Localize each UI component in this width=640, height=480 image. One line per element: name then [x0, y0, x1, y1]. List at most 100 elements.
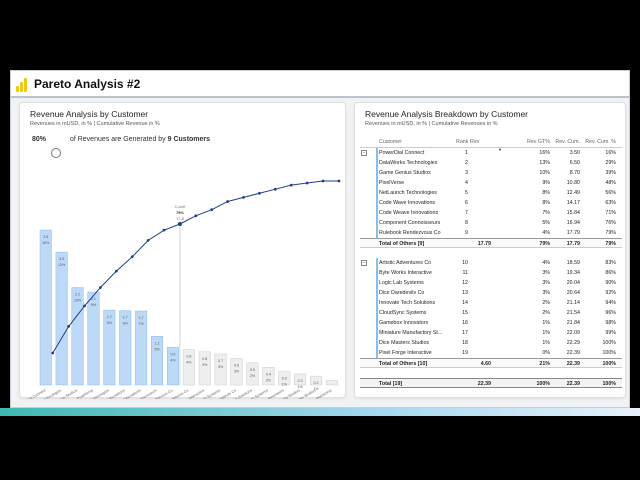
bar-data-label: 4%: [170, 358, 176, 362]
collapse-icon[interactable]: −: [361, 260, 367, 266]
table-row[interactable]: PixelVerse42.109%10.8048%: [360, 178, 622, 188]
cell-rank: 1: [465, 150, 468, 156]
cell-rev-gt: 0%: [542, 350, 550, 356]
cumulative-point[interactable]: [289, 183, 293, 187]
cell-customer: PowerDial Connect: [379, 150, 425, 156]
cell-rev-cum: 6.50: [569, 160, 580, 166]
cell-rev-cum-pct: 100%: [602, 350, 616, 356]
cumulative-point[interactable]: [99, 286, 102, 289]
cumulative-point[interactable]: [273, 187, 277, 191]
cell-rank: 14: [462, 300, 468, 306]
cell-rank: 2: [465, 160, 468, 166]
chart-bar[interactable]: [325, 380, 338, 386]
cell-rank: 8: [465, 220, 468, 226]
row-accent-bar: [376, 228, 378, 238]
table-row[interactable]: Pixel Forge Interactive190.100%22.39100%: [360, 348, 622, 358]
table-row[interactable]: Game Genius Studios32.2010%8.7039%: [360, 168, 622, 178]
cell-rank: 7: [465, 210, 468, 216]
header-rev-cum[interactable]: Rev. Cum.: [554, 136, 580, 148]
bar-data-label: 9%: [91, 303, 97, 307]
cell-rev-cum: 22.29: [566, 340, 580, 346]
cell-customer: Dice Masters Studios: [379, 340, 430, 346]
header-rev-gt[interactable]: Rev GT%: [522, 136, 550, 148]
header-rev-cum-pct[interactable]: Rev. Cum. %: [584, 136, 616, 148]
bar-data-label: 8%: [107, 321, 113, 325]
cell-total-gt: 21%: [539, 361, 550, 367]
collapse-icon[interactable]: −: [361, 150, 367, 156]
cell-rank: 10: [462, 260, 468, 266]
bar-data-label: 3%: [218, 365, 224, 369]
cumulative-point[interactable]: [258, 191, 261, 195]
cell-rev-gt: 3%: [542, 280, 550, 286]
cumulative-point[interactable]: [321, 179, 325, 183]
cumulative-point[interactable]: [226, 200, 230, 203]
cumulative-point[interactable]: [114, 269, 118, 273]
cutoff-label: 79%: [176, 210, 184, 215]
header-rev[interactable]: Rev: [470, 136, 516, 148]
cell-rev-gt: 1%: [542, 320, 550, 326]
row-accent-bar: [376, 338, 378, 348]
cell-rev-cum: 18.59: [566, 260, 580, 266]
cell-rev-gt: 5%: [542, 220, 550, 226]
cell-rev-cum-pct: 76%: [605, 220, 616, 226]
header-rank[interactable]: Rank: [456, 136, 468, 148]
cumulative-point[interactable]: [194, 214, 198, 218]
table-row[interactable]: −PowerDial Connect13.5016%3.5016%: [360, 148, 622, 158]
cell-rank: 17: [462, 330, 468, 336]
table-header: Customer Rank Rev Rev GT% Rev. Cum. Rev.…: [360, 136, 622, 152]
cell-customer: Rulebook Rendezvous Co: [379, 230, 441, 236]
table-row[interactable]: Gamebox Innovators160.301%21.8498%: [360, 318, 622, 328]
cell-total-rev: 22.39: [477, 381, 491, 387]
cumulative-point[interactable]: [146, 238, 150, 242]
table-row[interactable]: Component Connoisseurs81.105%16.9476%: [360, 218, 622, 228]
cumulative-point[interactable]: [130, 255, 134, 259]
chart-bar[interactable]: [39, 229, 52, 386]
cell-rev-gt: 8%: [542, 200, 550, 206]
cumulative-point[interactable]: [337, 179, 341, 183]
table-row[interactable]: Byte Works Interactive110.753%19.3486%: [360, 268, 622, 278]
bar-data-label: 2%: [266, 378, 272, 382]
table-row[interactable]: Dice Masters Studios180.201%22.29100%: [360, 338, 622, 348]
summary-count: 9 Customers: [167, 136, 211, 143]
table-row[interactable]: Logic Lab Systems120.703%20.0490%: [360, 278, 622, 288]
table-row[interactable]: −Artistic Adventures Co100.804%18.5983%: [360, 258, 622, 268]
table-row[interactable]: Code Weave Innovations71.677%15.8471%: [360, 208, 622, 218]
cumulative-point[interactable]: [305, 181, 309, 185]
cell-total-label: Total [19]: [379, 381, 403, 387]
cell-rev-gt: 2%: [542, 300, 550, 306]
pareto-chart-panel[interactable]: 3.516%PowerDial Connect3.013%DataWorks T…: [19, 102, 347, 399]
cell-rank: 5: [465, 190, 468, 196]
table-row[interactable]: CloudSync Systems150.402%21.5496%: [360, 308, 622, 318]
header-customer[interactable]: Customer: [379, 136, 467, 148]
cumulative-point[interactable]: [242, 195, 245, 199]
table-row[interactable]: Miniature Manufactory St...170.251%22.09…: [360, 328, 622, 338]
cumulative-point[interactable]: [51, 351, 55, 355]
table-row[interactable]: NetLaunch Technologies51.698%12.4956%: [360, 188, 622, 198]
cell-customer: Logic Lab Systems: [379, 280, 424, 286]
cell-rev-gt: 1%: [542, 340, 550, 346]
cumulative-point[interactable]: [83, 304, 86, 308]
table-row[interactable]: Dice Daredevils Co130.603%20.6492%: [360, 288, 622, 298]
cell-customer: Miniature Manufactory St...: [379, 330, 443, 336]
table-row[interactable]: Innovate Tech Solutions140.502%21.1494%: [360, 298, 622, 308]
cell-rev-gt: 4%: [542, 230, 550, 236]
table-row[interactable]: DataWorks Technologies23.0013%6.5029%: [360, 158, 622, 168]
threshold-value[interactable]: 80%: [32, 136, 68, 143]
table-row[interactable]: Code Wave Innovations61.688%14.1763%: [360, 198, 622, 208]
pareto-chart[interactable]: 3.516%PowerDial Connect3.013%DataWorks T…: [20, 103, 347, 399]
chart-bar[interactable]: [55, 251, 68, 386]
cumulative-point[interactable]: [177, 222, 182, 226]
cell-rev-gt: 9%: [542, 180, 550, 186]
table-row[interactable]: Rulebook Rendezvous Co90.854%17.7979%: [360, 228, 622, 238]
row-accent-bar: [376, 298, 378, 308]
cumulative-point[interactable]: [67, 324, 71, 328]
cell-rev-gt: 7%: [542, 210, 550, 216]
cumulative-point[interactable]: [162, 228, 166, 232]
row-accent-bar: [376, 348, 378, 358]
threshold-slider-handle[interactable]: [51, 148, 61, 158]
cell-customer: Byte Works Interactive: [379, 270, 432, 276]
cell-rev-cum: 22.09: [566, 330, 580, 336]
cell-total-label: Total of Others [10]: [379, 361, 428, 367]
bar-data-label: 7%: [139, 322, 145, 326]
cumulative-point[interactable]: [210, 208, 214, 212]
